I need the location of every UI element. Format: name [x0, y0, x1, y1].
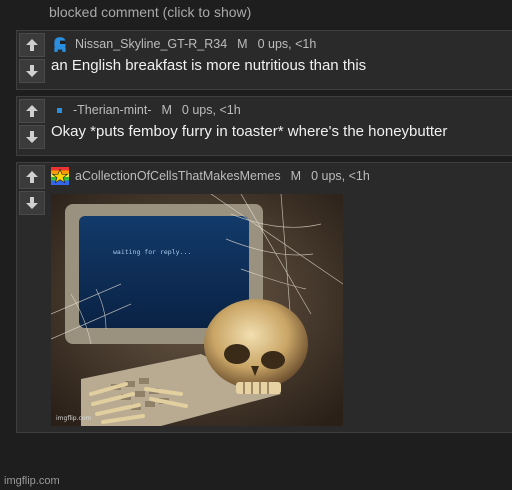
vote-column: [17, 163, 47, 215]
vote-column: [17, 97, 47, 149]
screen-text: waiting for reply...: [113, 248, 191, 256]
username-link[interactable]: -Therian-mint-: [73, 99, 152, 121]
comment-stats: 0 ups, <1h: [311, 169, 370, 183]
arrow-up-icon: [26, 105, 38, 117]
skeleton-computer-picture: waiting for reply... imgflip.com: [51, 194, 343, 426]
mod-badge: M: [161, 103, 172, 117]
comment-1: Nissan_Skyline_GT-R_R34 M 0 ups, <1h an …: [16, 30, 512, 90]
blue-ghost-avatar-icon[interactable]: [51, 35, 69, 53]
arrow-down-icon: [26, 197, 38, 209]
comment-stats: 0 ups, <1h: [257, 37, 317, 51]
arrow-up-icon: [26, 39, 38, 51]
downvote-button[interactable]: [19, 125, 45, 149]
blocked-comment-toggle[interactable]: blocked comment (click to show): [49, 4, 251, 20]
downvote-button[interactable]: [19, 59, 45, 83]
comment-body: aCollectionOfCellsThatMakesMemes M 0 ups…: [51, 163, 512, 187]
username-link[interactable]: Nissan_Skyline_GT-R_R34: [75, 33, 227, 55]
imgflip-footer: imgflip.com: [4, 475, 60, 487]
comment-body: Nissan_Skyline_GT-R_R34 M 0 ups, <1h an …: [51, 31, 512, 74]
upvote-button[interactable]: [19, 165, 45, 189]
image-watermark: imgflip.com: [56, 415, 91, 422]
small-blue-square-avatar-icon[interactable]: [51, 102, 67, 118]
upvote-button[interactable]: [19, 99, 45, 123]
comment-text: an English breakfast is more nutritious …: [51, 57, 367, 74]
comment-3: aCollectionOfCellsThatMakesMemes M 0 ups…: [16, 162, 512, 433]
comment-meta: -Therian-mint- M 0 ups, <1h: [51, 99, 512, 121]
username-link[interactable]: aCollectionOfCellsThatMakesMemes: [75, 165, 281, 187]
mod-badge: M: [290, 169, 302, 183]
comment-text: Okay *puts femboy furry in toaster* wher…: [51, 123, 448, 140]
rainbow-star-avatar-icon[interactable]: [51, 167, 69, 185]
vote-column: [17, 31, 47, 83]
comment-body: -Therian-mint- M 0 ups, <1h Okay *puts f…: [51, 97, 512, 140]
comment-stats: 0 ups, <1h: [181, 103, 241, 117]
arrow-down-icon: [26, 131, 38, 143]
comment-meta: aCollectionOfCellsThatMakesMemes M 0 ups…: [51, 165, 512, 187]
mod-badge: M: [237, 37, 248, 51]
arrow-down-icon: [26, 65, 38, 77]
comment-meta: Nissan_Skyline_GT-R_R34 M 0 ups, <1h: [51, 33, 512, 55]
meme-image-skeleton-at-computer[interactable]: waiting for reply... imgflip.com: [51, 194, 343, 426]
upvote-button[interactable]: [19, 33, 45, 57]
comment-2: -Therian-mint- M 0 ups, <1h Okay *puts f…: [16, 96, 512, 156]
arrow-up-icon: [26, 171, 38, 183]
downvote-button[interactable]: [19, 191, 45, 215]
